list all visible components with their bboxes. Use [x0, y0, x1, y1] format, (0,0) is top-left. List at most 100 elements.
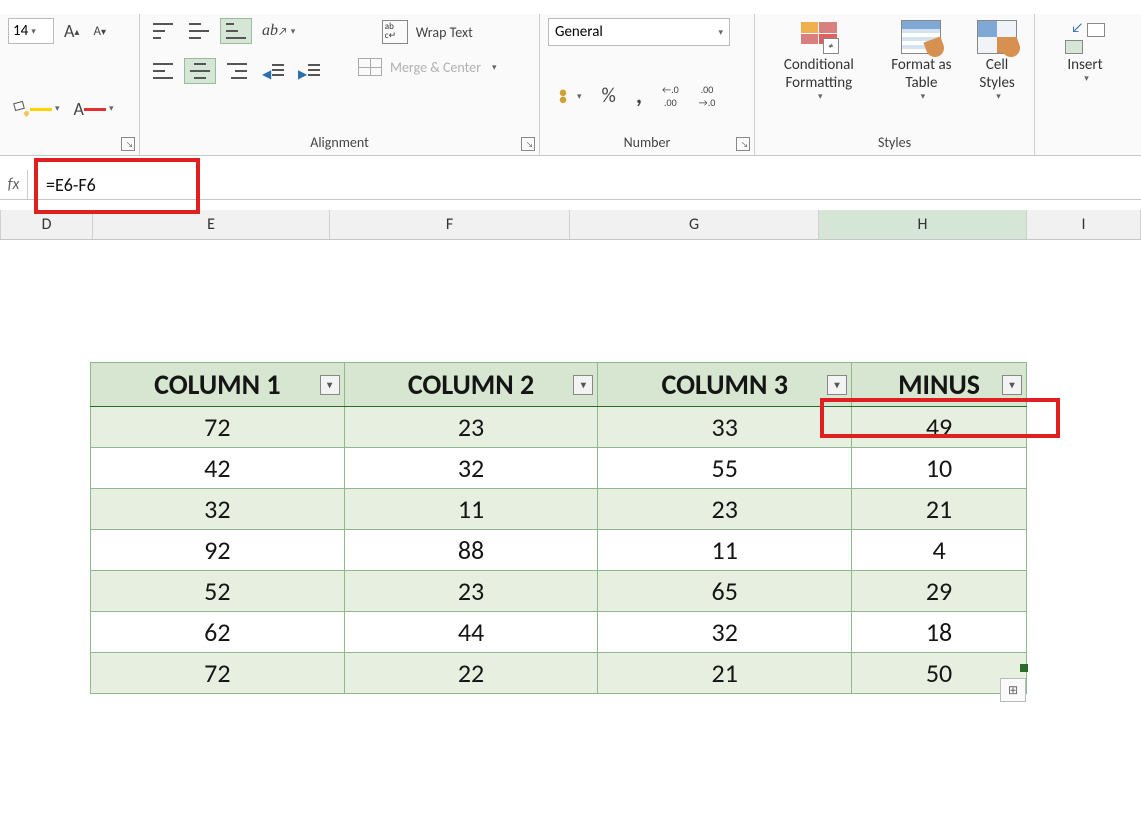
table-cell[interactable]: 42: [91, 448, 345, 489]
table-cell[interactable]: 55: [598, 448, 852, 489]
fx-icon[interactable]: fx: [0, 170, 28, 199]
align-right-button[interactable]: [222, 59, 252, 83]
number-group: General ▾ ●● ▾ % , ←.0.00 .00→.0: [540, 14, 755, 155]
table-cell[interactable]: 65: [598, 571, 852, 612]
table-cell[interactable]: 92: [91, 530, 345, 571]
format-as-table-button[interactable]: Format as Table ▾: [881, 18, 963, 112]
table-cell[interactable]: 10: [852, 448, 1027, 489]
table-cell[interactable]: 88: [344, 530, 598, 571]
table-header[interactable]: COLUMN 1▾: [91, 363, 345, 407]
number-format-value: General: [555, 23, 603, 41]
chevron-down-icon: ▾: [109, 103, 114, 114]
conditional-formatting-button[interactable]: ≠ Conditional Formatting ▾: [763, 18, 875, 112]
wrap-text-icon: abc↵: [382, 20, 408, 44]
column-header-E[interactable]: E: [93, 210, 330, 239]
insert-button[interactable]: ↙ Insert ▾: [1043, 18, 1127, 112]
table-cell[interactable]: 21: [598, 653, 852, 694]
align-bottom-button[interactable]: [220, 18, 252, 44]
table-cell[interactable]: 4: [852, 530, 1027, 571]
styles-group-label: Styles: [763, 132, 1026, 155]
table-cell[interactable]: 32: [344, 448, 598, 489]
wrap-text-label: Wrap Text: [416, 24, 473, 41]
orientation-button[interactable]: ab↗▾: [258, 20, 299, 42]
autofill-options-button[interactable]: ⊞: [1000, 678, 1026, 702]
table-cell[interactable]: 72: [91, 653, 345, 694]
table-row: 72222150: [91, 653, 1027, 694]
table-row: 32112321: [91, 489, 1027, 530]
font-size-value: 14: [13, 22, 28, 40]
column-header-I[interactable]: I: [1027, 210, 1141, 239]
font-color-button[interactable]: A ▾: [70, 96, 118, 122]
table-cell[interactable]: 11: [598, 530, 852, 571]
increase-decimal-icon: ←.0.00: [662, 83, 679, 109]
table-cell[interactable]: 52: [91, 571, 345, 612]
table-row: 62443218: [91, 612, 1027, 653]
table-header[interactable]: COLUMN 2▾: [344, 363, 598, 407]
table-cell[interactable]: 32: [598, 612, 852, 653]
conditional-formatting-label: Conditional Formatting: [771, 56, 867, 92]
font-group-label: [8, 149, 131, 155]
cell-styles-icon: [977, 20, 1017, 54]
filter-button[interactable]: ▾: [320, 375, 340, 395]
filter-button[interactable]: ▾: [827, 375, 847, 395]
merge-center-button[interactable]: Merge & Center ▾: [354, 56, 501, 78]
table-cell[interactable]: 23: [344, 571, 598, 612]
table-cell[interactable]: 32: [91, 489, 345, 530]
table-cell[interactable]: 44: [344, 612, 598, 653]
table-cell[interactable]: 62: [91, 612, 345, 653]
filter-button[interactable]: ▾: [573, 375, 593, 395]
number-dialog-launcher[interactable]: ↘: [736, 137, 750, 151]
insert-icon: ↙: [1065, 20, 1105, 54]
chevron-down-icon: ▾: [55, 103, 60, 114]
sheet-area[interactable]: COLUMN 1▾ COLUMN 2▾ COLUMN 3▾ MINUS▾ 722…: [0, 240, 1141, 832]
chevron-down-icon: ▾: [718, 27, 723, 38]
table-cell[interactable]: 21: [852, 489, 1027, 530]
decrease-font-button[interactable]: A▾: [89, 22, 110, 41]
table-cell[interactable]: 72: [91, 407, 345, 448]
currency-button[interactable]: ●● ▾: [548, 84, 586, 108]
font-size-combo[interactable]: 14 ▾: [8, 18, 54, 44]
table-resize-handle[interactable]: [1020, 664, 1028, 672]
table-cell[interactable]: 29: [852, 571, 1027, 612]
table-row: 52236529: [91, 571, 1027, 612]
table-cell[interactable]: 22: [344, 653, 598, 694]
table-cell[interactable]: 23: [344, 407, 598, 448]
cells-group: ↙ Insert ▾: [1035, 14, 1135, 155]
table-cell[interactable]: 11: [344, 489, 598, 530]
increase-decimal-button[interactable]: ←.0.00: [658, 81, 683, 111]
decrease-decimal-button[interactable]: .00→.0: [695, 81, 720, 111]
table-cell[interactable]: 33: [598, 407, 852, 448]
decrease-indent-button[interactable]: ◀: [258, 60, 288, 82]
column-header-G[interactable]: G: [570, 210, 819, 239]
table-header[interactable]: COLUMN 3▾: [598, 363, 852, 407]
column-header-F[interactable]: F: [330, 210, 570, 239]
table-cell[interactable]: 23: [598, 489, 852, 530]
align-left-button[interactable]: [148, 59, 178, 83]
conditional-formatting-icon: ≠: [799, 20, 839, 54]
increase-indent-button[interactable]: ▶: [294, 60, 324, 82]
styles-group: ≠ Conditional Formatting ▾ Format as Tab…: [755, 14, 1035, 155]
format-as-table-icon: [901, 20, 941, 54]
alignment-group-label: Alignment: [148, 132, 531, 155]
cell-styles-button[interactable]: Cell Styles ▾: [968, 18, 1026, 112]
column-header-H[interactable]: H: [819, 210, 1027, 239]
align-top-button[interactable]: [148, 19, 178, 43]
alignment-dialog-launcher[interactable]: ↘: [521, 137, 535, 151]
highlight-box-cell: [820, 398, 1060, 438]
filter-button[interactable]: ▾: [1002, 375, 1022, 395]
number-format-combo[interactable]: General ▾: [548, 18, 730, 46]
increase-font-button[interactable]: A▴: [60, 18, 83, 44]
font-dialog-launcher[interactable]: ↘: [121, 137, 135, 151]
comma-button[interactable]: ,: [632, 88, 646, 104]
percent-button[interactable]: %: [598, 82, 620, 110]
table-row: 42325510: [91, 448, 1027, 489]
column-header-row: D E F G H I: [0, 210, 1141, 240]
align-middle-button[interactable]: [184, 19, 214, 43]
column-header-D[interactable]: D: [1, 210, 93, 239]
wrap-text-button[interactable]: abc↵ Wrap Text: [354, 18, 501, 46]
fill-color-button[interactable]: ▾: [8, 98, 64, 120]
merge-label: Merge & Center: [390, 59, 481, 76]
align-center-button[interactable]: [184, 58, 216, 84]
number-group-label: Number: [548, 132, 746, 155]
table-cell[interactable]: 18: [852, 612, 1027, 653]
